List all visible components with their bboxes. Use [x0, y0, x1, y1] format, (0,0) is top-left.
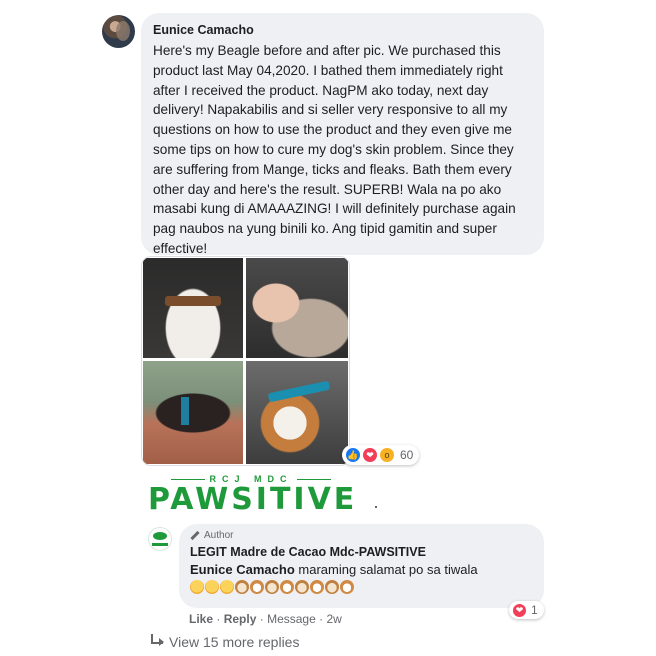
cat-face-icon [250, 580, 264, 594]
dot [375, 506, 377, 508]
mention-link[interactable]: Eunice Camacho [190, 562, 295, 577]
logo-title: PAWSITIVE [148, 482, 358, 517]
wow-icon: o [379, 447, 395, 463]
pencil-icon [190, 530, 200, 541]
comment-bubble: Eunice Camacho Here's my Beagle before a… [141, 13, 544, 256]
view-more-replies[interactable]: View 15 more replies [151, 634, 299, 650]
comment-text: Here's my Beagle before and after pic. W… [153, 43, 516, 256]
reply-page-name[interactable]: LEGIT Madre de Cacao Mdc-PAWSITIVE [190, 545, 533, 559]
page-avatar[interactable] [148, 527, 172, 551]
reply-reactions[interactable]: ❤ 1 [509, 601, 544, 619]
comment-reactions[interactable]: 👍 ❤ o 60 [342, 445, 420, 465]
photo-before-skin[interactable] [246, 258, 348, 358]
photo-before-back[interactable] [143, 258, 243, 358]
cat-face-icon [310, 580, 324, 594]
dog-icon [235, 580, 249, 594]
commenter-avatar[interactable] [102, 15, 135, 48]
photo-after-side[interactable] [143, 361, 243, 464]
cat-face-icon [340, 580, 354, 594]
message-button[interactable]: Message [267, 612, 316, 626]
reply-arrow-icon [151, 634, 164, 646]
emoji-row [190, 580, 533, 594]
reply-button[interactable]: Reply [224, 612, 257, 626]
pawsitive-logo: RCJ MDC PAWSITIVE [148, 474, 354, 520]
smiling-face-icon [220, 580, 234, 594]
dog-icon [295, 580, 309, 594]
reaction-count: 60 [400, 448, 414, 462]
view-more-label[interactable]: View 15 more replies [169, 634, 299, 650]
paw-icon [153, 532, 167, 540]
dog-icon [265, 580, 279, 594]
photo-after-face[interactable] [246, 361, 348, 464]
timestamp[interactable]: 2w [326, 612, 341, 626]
smiling-face-icon [205, 580, 219, 594]
reply-bubble: Author LEGIT Madre de Cacao Mdc-PAWSITIV… [179, 524, 544, 608]
like-icon: 👍 [345, 447, 361, 463]
love-icon: ❤ [362, 447, 378, 463]
reply-message: maraming salamat po sa tiwala [298, 562, 478, 577]
photo-collage[interactable] [141, 256, 350, 466]
reply-reaction-count: 1 [531, 603, 538, 617]
dog-icon [325, 580, 339, 594]
cat-face-icon [280, 580, 294, 594]
smiling-face-icon [190, 580, 204, 594]
reply-text: Eunice Camacho maraming salamat po sa ti… [190, 562, 533, 577]
author-badge: Author [190, 530, 533, 541]
author-badge-label: Author [204, 530, 234, 541]
like-button[interactable]: Like [189, 612, 213, 626]
love-icon: ❤ [512, 602, 527, 618]
comment-author-name[interactable]: Eunice Camacho [153, 23, 532, 37]
reply-actions: Like · Reply · Message · 2w [189, 612, 342, 626]
